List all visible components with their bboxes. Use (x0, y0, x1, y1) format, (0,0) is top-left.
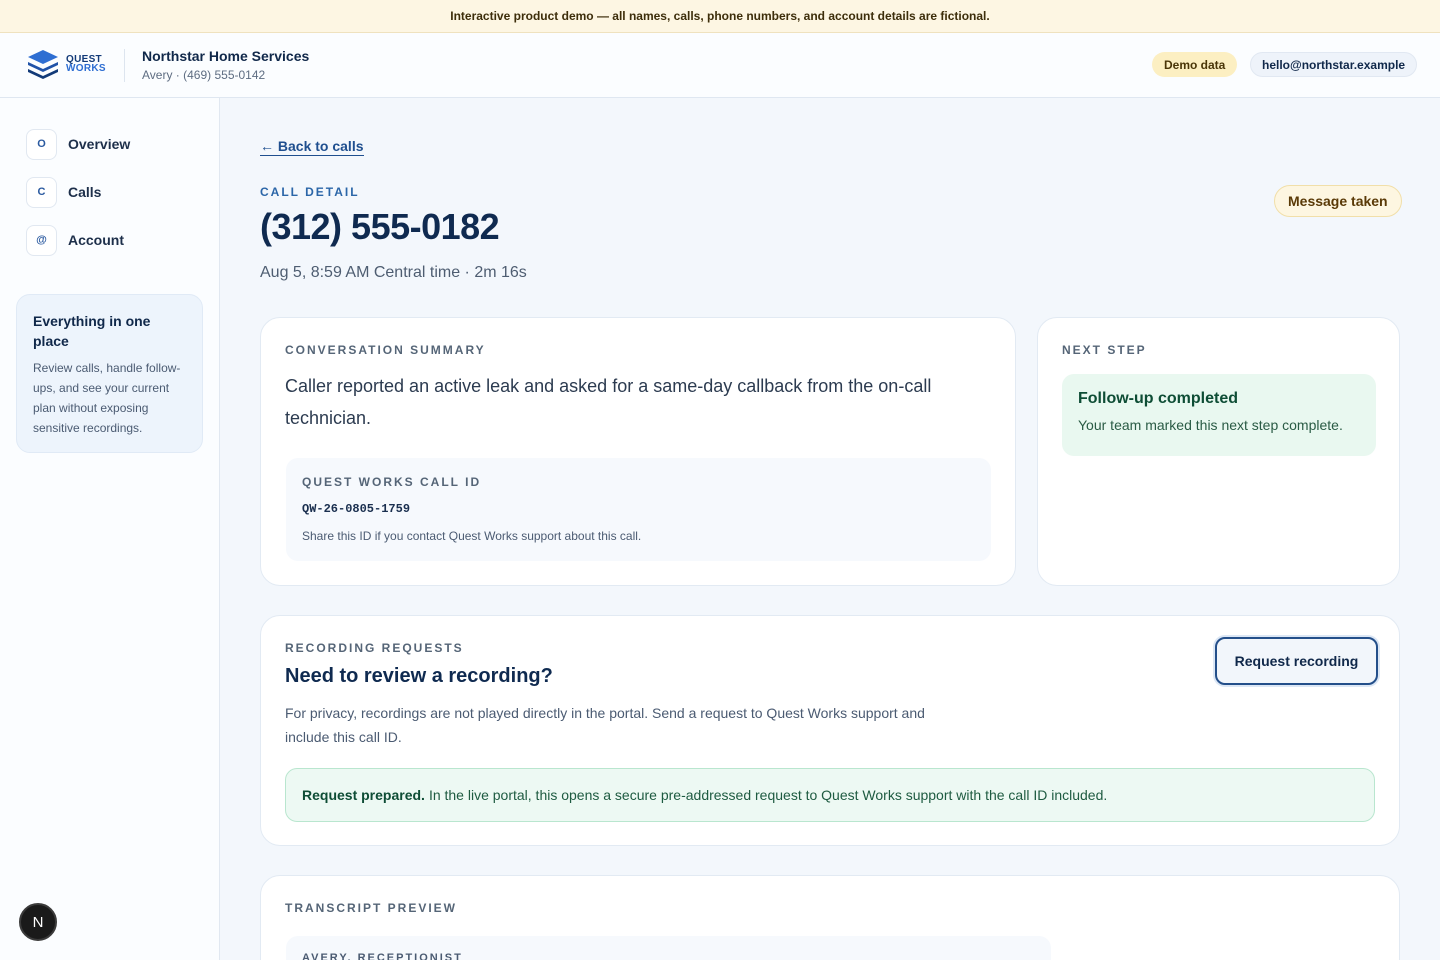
sidebar-item-account[interactable]: @ Account (26, 224, 124, 256)
page-title: (312) 555-0182 (260, 206, 500, 247)
sidebar-item-label: Account (68, 232, 124, 248)
quest-works-logo[interactable]: QUEST WORKS (27, 49, 106, 79)
calls-icon: C (26, 176, 57, 208)
demo-banner: Interactive product demo — all names, ca… (0, 0, 1440, 33)
sidebar-info-card: Everything in one place Review calls, ha… (16, 294, 203, 453)
avatar[interactable]: N (19, 903, 57, 941)
recording-title: Need to review a recording? (285, 665, 553, 687)
account-email-pill[interactable]: hello@northstar.example (1250, 52, 1418, 77)
status-badge: Message taken (1274, 185, 1402, 217)
recording-requests-card: RECORDING REQUESTS Need to review a reco… (260, 615, 1400, 846)
account-icon: @ (26, 224, 57, 256)
sidebar-item-label: Calls (68, 184, 102, 200)
company-name: Northstar Home Services (142, 48, 310, 64)
call-id-value: QW-26-0805-1759 (302, 502, 411, 516)
transcript-eyebrow: TRANSCRIPT PREVIEW (285, 901, 458, 915)
prepared-text: In the live portal, this opens a secure … (428, 787, 1108, 803)
header-divider (124, 49, 125, 82)
info-card-text: Review calls, handle follow-ups, and see… (33, 361, 181, 435)
account-info: Northstar Home Services Avery · (469) 55… (142, 48, 309, 82)
back-to-calls-link[interactable]: ← Back to calls (260, 138, 364, 156)
summary-eyebrow: CONVERSATION SUMMARY (285, 343, 486, 357)
sidebar: O Overview C Calls @ Account Everything … (0, 98, 220, 960)
stack-logo-icon (28, 50, 58, 79)
call-id-box: QUEST WORKS CALL ID QW-26-0805-1759 Shar… (286, 458, 991, 561)
next-step-eyebrow: NEXT STEP (1062, 343, 1147, 357)
conversation-summary-card: CONVERSATION SUMMARY Caller reported an … (260, 317, 1016, 586)
follow-up-title: Follow-up completed (1078, 390, 1238, 407)
prepared-bold: Request prepared. (302, 787, 425, 803)
call-detail-eyebrow: CALL DETAIL (260, 185, 360, 199)
transcript-speaker: AVERY, RECEPTIONIST (302, 952, 463, 960)
info-card-title: Everything in one place (33, 313, 151, 349)
call-meta: Aug 5, 8:59 AM Central time · 2m 16s (260, 264, 527, 281)
transcript-preview-card: TRANSCRIPT PREVIEW AVERY, RECEPTIONIST (260, 875, 1400, 960)
account-subline: Avery · (469) 555-0142 (142, 68, 266, 82)
sidebar-item-calls[interactable]: C Calls (26, 176, 101, 208)
request-prepared-notice: Request prepared. In the live portal, th… (285, 768, 1375, 822)
demo-data-badge: Demo data (1152, 52, 1238, 77)
recording-text: For privacy, recordings are not played d… (285, 705, 925, 745)
request-recording-button[interactable]: Request recording (1215, 637, 1378, 685)
recording-eyebrow: RECORDING REQUESTS (285, 641, 464, 655)
transcript-entry: AVERY, RECEPTIONIST (286, 936, 1051, 960)
sidebar-item-label: Overview (68, 136, 131, 152)
logo-wordmark: QUEST WORKS (66, 54, 106, 74)
summary-text: Caller reported an active leak and asked… (285, 376, 932, 428)
follow-up-text: Your team marked this next step complete… (1078, 417, 1343, 433)
follow-up-status: Follow-up completed Your team marked thi… (1062, 374, 1376, 456)
overview-icon: O (26, 128, 57, 160)
top-bar: QUEST WORKS Northstar Home Services Aver… (0, 33, 1440, 98)
call-id-label: QUEST WORKS CALL ID (302, 475, 482, 489)
next-step-card: NEXT STEP Follow-up completed Your team … (1037, 317, 1400, 586)
call-id-note: Share this ID if you contact Quest Works… (302, 529, 642, 543)
sidebar-item-overview[interactable]: O Overview (26, 128, 130, 160)
main-content: ← Back to calls CALL DETAIL (312) 555-01… (220, 98, 1440, 960)
